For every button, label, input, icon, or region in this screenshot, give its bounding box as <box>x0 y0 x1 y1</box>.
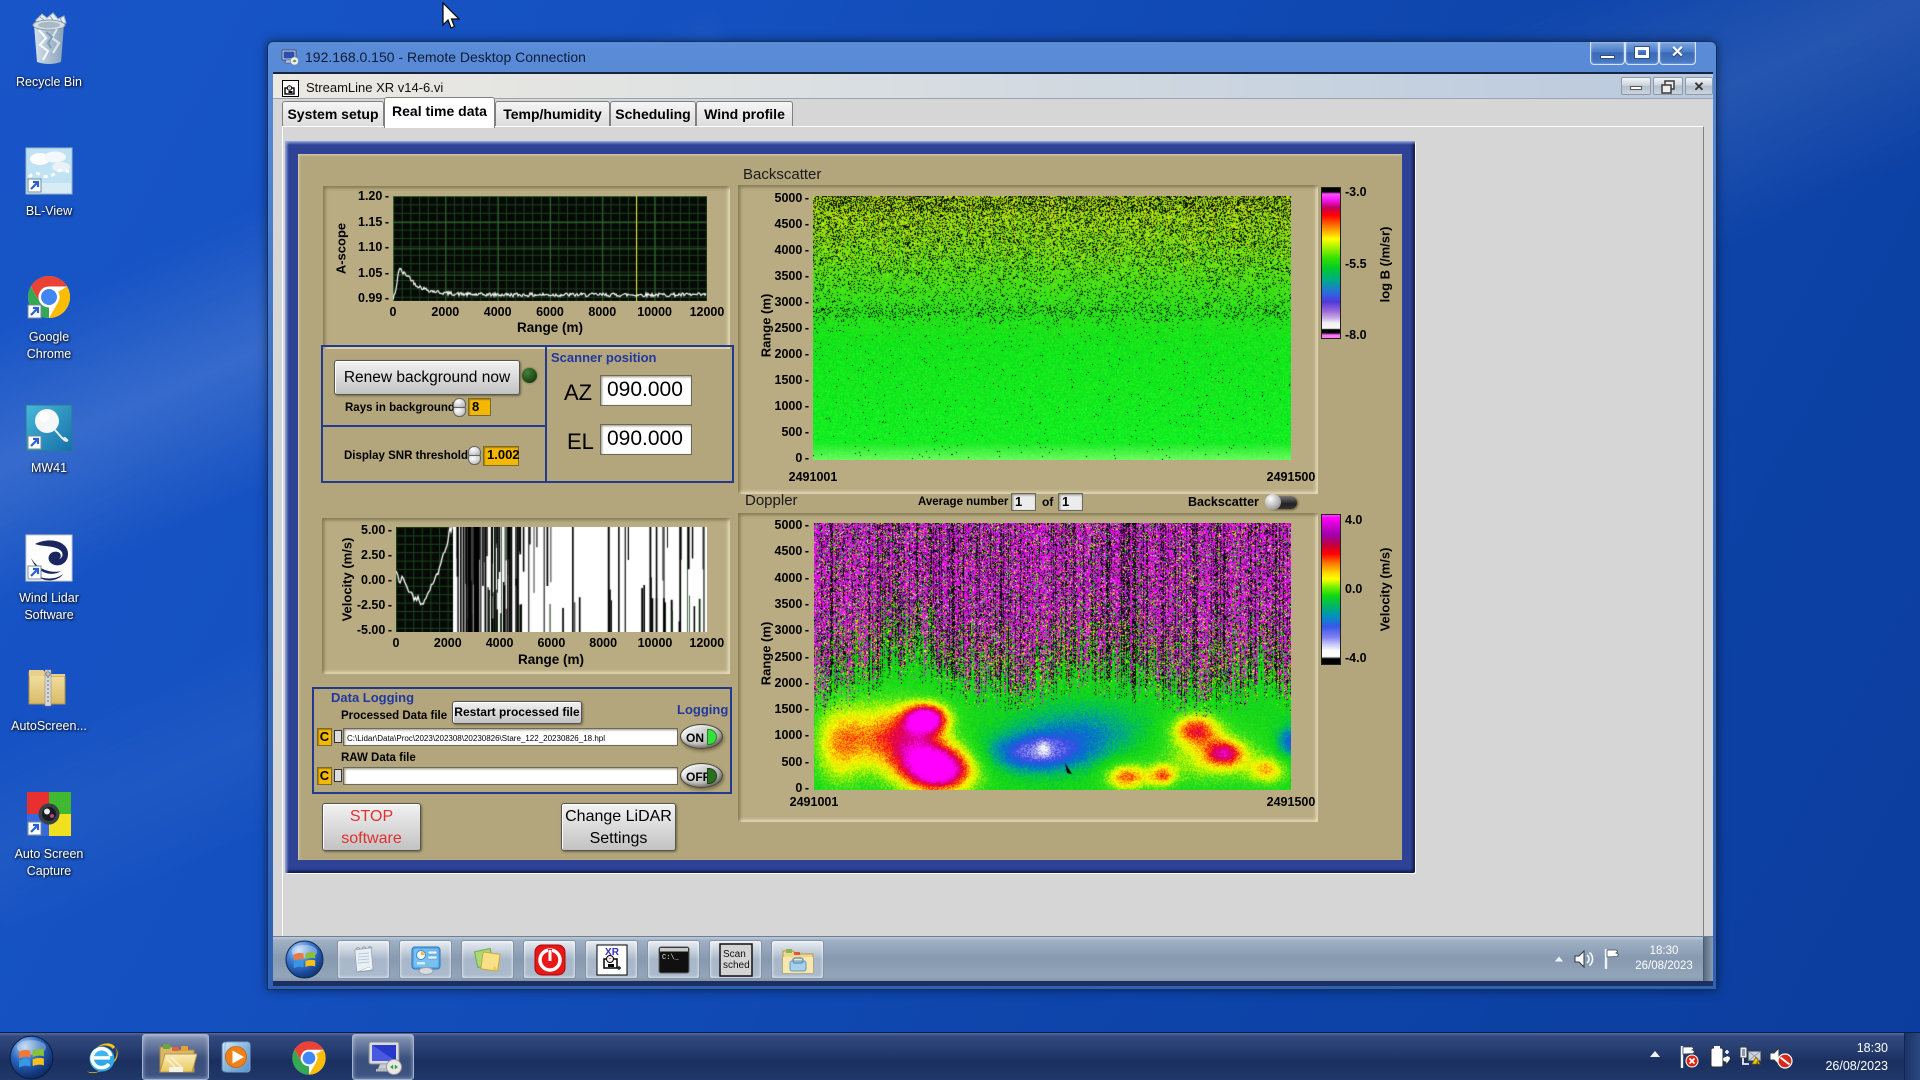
svg-text:Scan: Scan <box>723 949 746 960</box>
svg-text:sched: sched <box>723 960 750 971</box>
svg-text:!: ! <box>1756 1062 1758 1069</box>
svg-text:C:\_: C:\_ <box>662 954 680 962</box>
